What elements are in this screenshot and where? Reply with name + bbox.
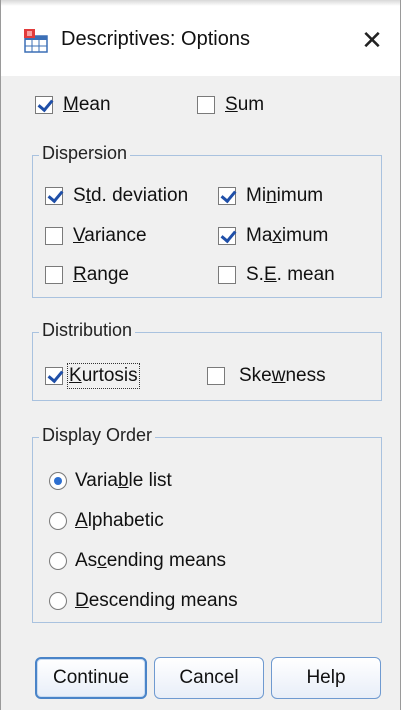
- radio-variable-list[interactable]: Variable list: [49, 467, 172, 495]
- variance-label: Variance: [73, 225, 147, 246]
- mean-checkbox-row[interactable]: Mean: [35, 91, 111, 119]
- help-button[interactable]: Help: [271, 657, 381, 699]
- minimum-row[interactable]: Minimum: [218, 182, 323, 210]
- skewness-row[interactable]: Skewness: [207, 362, 326, 390]
- range-label: Range: [73, 264, 130, 285]
- kurtosis-checkbox[interactable]: [45, 367, 63, 385]
- mean-label-rest: ean: [78, 94, 111, 115]
- kurtosis-label: Kurtosis: [67, 363, 140, 389]
- sum-label: Sum: [225, 94, 265, 115]
- dispersion-legend: Dispersion: [39, 143, 131, 164]
- cancel-button[interactable]: Cancel: [154, 657, 264, 699]
- std-deviation-label: Std. deviation: [73, 185, 189, 206]
- mean-label: Mean: [63, 94, 111, 115]
- minimum-checkbox[interactable]: [218, 187, 236, 205]
- variance-checkbox[interactable]: [45, 227, 63, 245]
- variable-list-label: Variable list: [75, 470, 172, 491]
- std-deviation-checkbox[interactable]: [45, 187, 63, 205]
- ascending-means-radio[interactable]: [49, 552, 67, 570]
- maximum-checkbox[interactable]: [218, 227, 236, 245]
- display-order-legend: Display Order: [39, 425, 156, 446]
- window-top-edge: [1, 0, 400, 6]
- se-mean-label: S.E. mean: [246, 264, 335, 285]
- se-mean-row[interactable]: S.E. mean: [218, 261, 335, 289]
- maximum-row[interactable]: Maximum: [218, 222, 328, 250]
- continue-button[interactable]: Continue: [35, 657, 147, 699]
- distribution-legend: Distribution: [39, 320, 136, 341]
- skewness-checkbox[interactable]: [207, 367, 225, 385]
- spss-table-icon: [24, 29, 48, 53]
- title-bar: Descriptives: Options ✕: [1, 0, 400, 76]
- maximum-label: Maximum: [246, 225, 329, 246]
- skewness-label: Skewness: [239, 365, 326, 386]
- descending-means-radio[interactable]: [49, 592, 67, 610]
- descriptives-options-dialog: Descriptives: Options ✕ Mean Sum Dispers…: [0, 0, 401, 710]
- radio-descending-means[interactable]: Descending means: [49, 587, 238, 615]
- radio-alphabetic[interactable]: Alphabetic: [49, 507, 164, 535]
- minimum-label: Minimum: [246, 185, 324, 206]
- kurtosis-row[interactable]: Kurtosis: [45, 362, 140, 390]
- radio-ascending-means[interactable]: Ascending means: [49, 547, 226, 575]
- close-icon[interactable]: ✕: [352, 20, 392, 60]
- mean-checkbox[interactable]: [35, 96, 53, 114]
- range-row[interactable]: Range: [45, 261, 129, 289]
- ascending-means-label: Ascending means: [75, 550, 227, 571]
- window-title: Descriptives: Options: [61, 28, 250, 50]
- se-mean-checkbox[interactable]: [218, 266, 236, 284]
- descending-means-label: Descending means: [75, 590, 238, 611]
- std-deviation-row[interactable]: Std. deviation: [45, 182, 188, 210]
- sum-checkbox[interactable]: [197, 96, 215, 114]
- variance-row[interactable]: Variance: [45, 222, 147, 250]
- range-checkbox[interactable]: [45, 266, 63, 284]
- variable-list-radio[interactable]: [49, 472, 67, 490]
- alphabetic-label: Alphabetic: [75, 510, 164, 531]
- alphabetic-radio[interactable]: [49, 512, 67, 530]
- sum-checkbox-row[interactable]: Sum: [197, 91, 264, 119]
